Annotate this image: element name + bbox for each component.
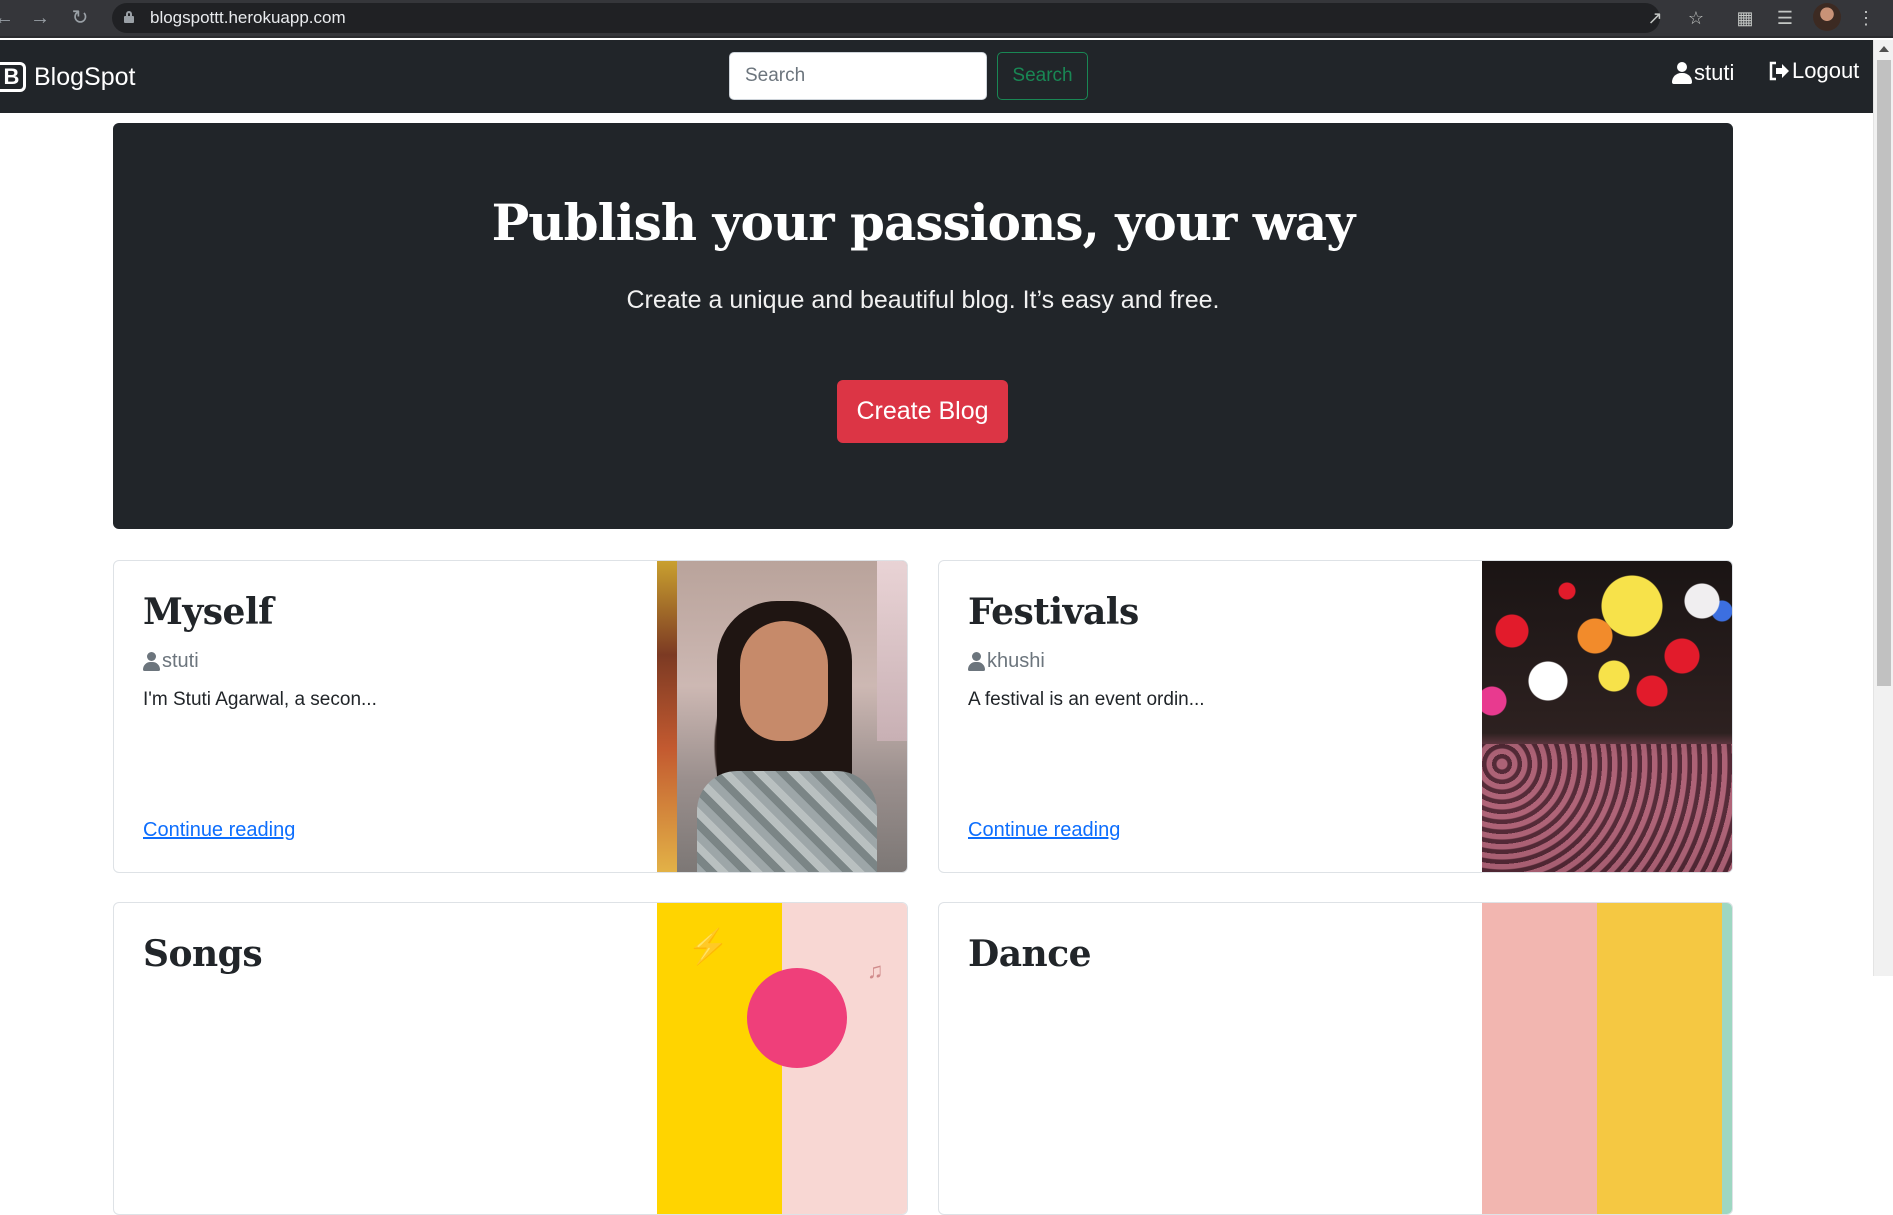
create-blog-button[interactable]: Create Blog [837, 380, 1008, 443]
profile-avatar[interactable] [1813, 3, 1841, 31]
logout-icon [1769, 61, 1789, 81]
blog-card-title: Festivals [968, 591, 1139, 633]
bookmark-star-icon[interactable]: ☆ [1682, 4, 1710, 32]
blog-card-image: ⚡ ♫ [657, 903, 907, 1214]
page-scrollbar[interactable] [1873, 40, 1893, 976]
author-name: stuti [162, 650, 199, 672]
blog-card: Dance [938, 902, 1733, 1215]
browser-toolbar: ← → ↻ blogspottt.herokuapp.com ↗ ☆ ▦ ☰ ⋮ [0, 0, 1893, 38]
blog-card-image [657, 561, 907, 872]
search-button[interactable]: Search [997, 52, 1088, 100]
author-icon [968, 652, 985, 671]
forward-arrow-icon[interactable]: → [26, 4, 54, 32]
blog-card-title: Myself [143, 591, 274, 633]
hero-section: Publish your passions, your way Create a… [113, 123, 1733, 529]
logout-label: Logout [1792, 58, 1860, 83]
url-text: blogspottt.herokuapp.com [150, 8, 346, 27]
music-note-icon: ♫ [867, 958, 884, 983]
brand-link[interactable]: B BlogSpot [0, 60, 135, 94]
hero-subtitle: Create a unique and beautiful blog. It’s… [626, 286, 1220, 314]
user-profile-link[interactable]: stuti [1672, 60, 1734, 86]
blog-card-title: Songs [143, 933, 263, 975]
blog-card: Songs ⚡ ♫ [113, 902, 908, 1215]
scroll-up-arrow-icon[interactable] [1879, 46, 1889, 52]
brand-logo-icon: B [0, 62, 26, 92]
lightning-icon: ⚡ [687, 928, 730, 966]
media-control-icon[interactable]: ☰ [1771, 4, 1799, 32]
reload-icon[interactable]: ↻ [66, 4, 94, 32]
continue-reading-link[interactable]: Continue reading [968, 819, 1120, 842]
user-name: stuti [1694, 60, 1735, 85]
search-input[interactable] [729, 52, 987, 100]
back-arrow-icon[interactable]: ← [0, 4, 18, 32]
app-navbar: B BlogSpot Search stuti Logout [0, 40, 1873, 113]
blog-card: Myself stuti I'm Stuti Agarwal, a secon.… [113, 560, 908, 873]
blog-card-image [1482, 903, 1732, 1214]
blog-card-excerpt: A festival is an event ordin... [968, 689, 1205, 710]
blog-card-author: khushi [968, 650, 1045, 673]
blog-card-title: Dance [968, 933, 1092, 975]
user-icon [1672, 62, 1692, 84]
blog-card-excerpt: I'm Stuti Agarwal, a secon... [143, 689, 377, 710]
address-bar[interactable]: blogspottt.herokuapp.com [112, 3, 1660, 33]
scrollbar-thumb[interactable] [1877, 60, 1891, 686]
browser-menu-icon[interactable]: ⋮ [1852, 4, 1880, 32]
hero-title: Publish your passions, your way [491, 193, 1356, 252]
logout-link[interactable]: Logout [1768, 58, 1859, 84]
author-icon [143, 652, 160, 671]
extensions-icon[interactable]: ▦ [1731, 4, 1759, 32]
continue-reading-link[interactable]: Continue reading [143, 819, 295, 842]
author-name: khushi [987, 650, 1045, 672]
lock-icon [124, 11, 134, 23]
brand-name: BlogSpot [34, 62, 136, 91]
share-icon[interactable]: ↗ [1641, 4, 1669, 32]
blog-card: Festivals khushi A festival is an event … [938, 560, 1733, 873]
blog-card-author: stuti [143, 650, 199, 673]
blog-card-image [1482, 561, 1732, 872]
